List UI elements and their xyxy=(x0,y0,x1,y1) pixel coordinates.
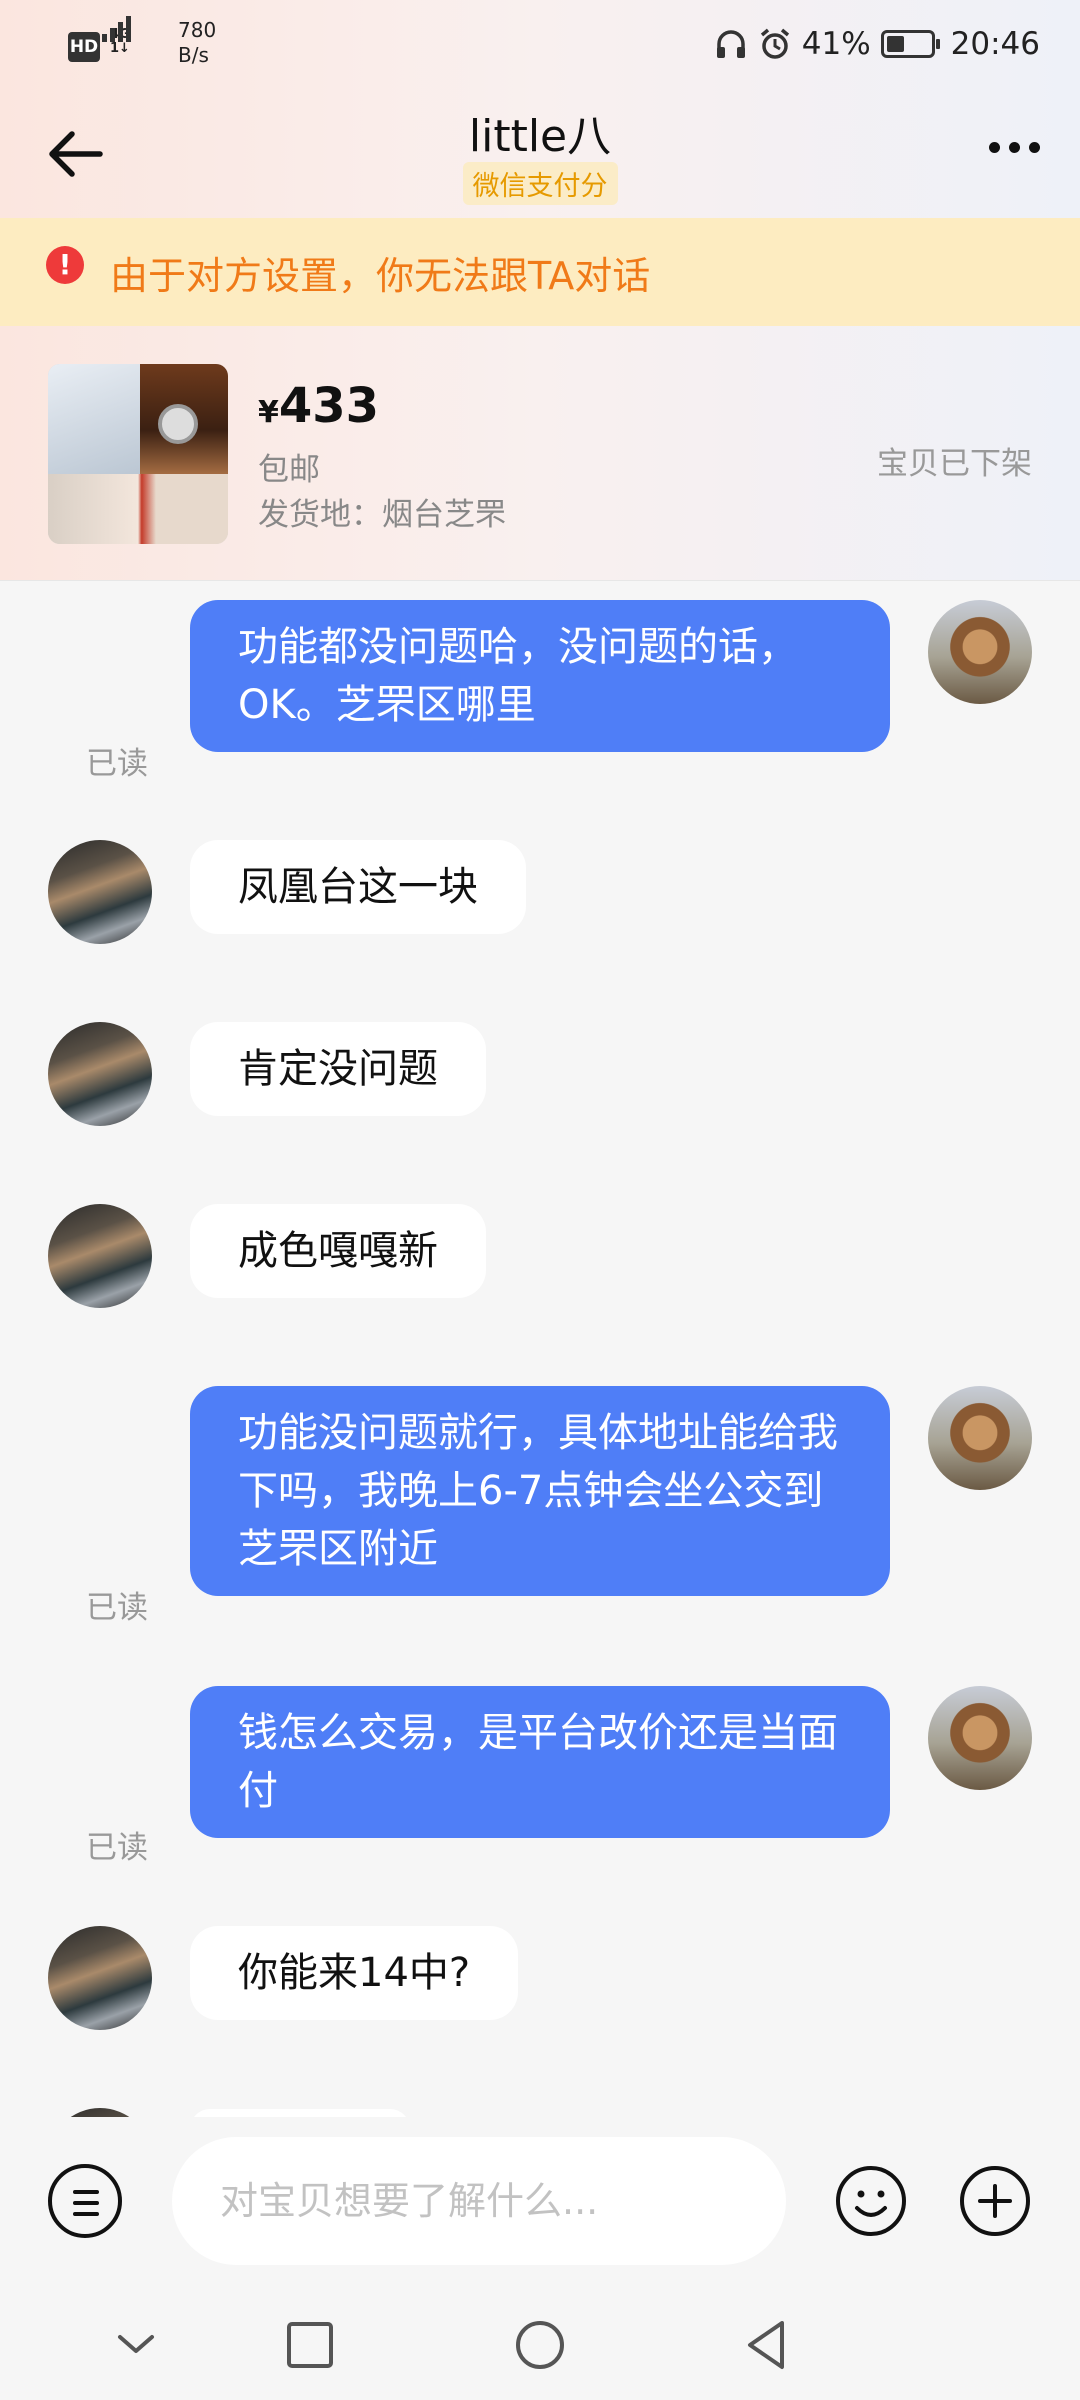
contact-avatar[interactable] xyxy=(48,840,152,944)
message-bubble-outgoing[interactable]: 功能没问题就行，具体地址能给我下吗，我晚上6-7点钟会坐公交到芝罘区附近 xyxy=(190,1386,890,1596)
headphones-icon xyxy=(716,30,745,58)
plus-circle-icon[interactable] xyxy=(958,2164,1032,2238)
product-status: 宝贝已下架 xyxy=(877,446,1032,482)
message-bubble-incoming[interactable] xyxy=(190,2109,410,2117)
product-price: ¥433 xyxy=(258,378,379,434)
battery-fill xyxy=(886,36,904,52)
contact-avatar[interactable] xyxy=(48,1022,152,1126)
network-activity: 1↓ xyxy=(110,41,130,56)
contact-avatar[interactable] xyxy=(48,2108,152,2117)
read-receipt: 已读 xyxy=(86,1590,148,1626)
badge-wrap: 微信支付分 xyxy=(0,162,1080,205)
product-card[interactable]: ¥433 包邮 发货地：烟台芝罘 宝贝已下架 xyxy=(0,326,1080,581)
currency-symbol: ¥ xyxy=(258,395,279,430)
status-right: 41% 20:46 xyxy=(714,26,1040,62)
wechat-pay-score-badge: 微信支付分 xyxy=(462,162,618,205)
chat-title: little八 xyxy=(468,111,612,162)
message-bubble-outgoing[interactable]: 钱怎么交易，是平台改价还是当面付 xyxy=(190,1686,890,1838)
message-bubble-outgoing[interactable]: 功能都没问题哈，没问题的话，OK。芝罘区哪里 xyxy=(190,600,890,752)
smiley-icon[interactable] xyxy=(834,2164,908,2238)
clock: 20:46 xyxy=(950,26,1040,62)
shipping-label: 包邮 xyxy=(258,452,320,488)
hd-badge: HD xyxy=(68,32,100,62)
battery-percent: 41% xyxy=(801,26,871,62)
square-icon[interactable] xyxy=(280,2315,340,2375)
system-nav-bar xyxy=(0,2287,1080,2400)
chevron-down-icon[interactable] xyxy=(106,2315,166,2375)
net-speed: 780 B/s xyxy=(178,18,216,68)
origin-label: 发货地：烟台芝罘 xyxy=(258,497,506,533)
signal-icon xyxy=(102,12,131,42)
contact-avatar[interactable] xyxy=(48,1204,152,1308)
status-bar: HD 4G 1↓ 780 B/s 41% xyxy=(0,0,1080,92)
nav-bar: little八 微信支付分 xyxy=(0,92,1080,218)
message-input[interactable] xyxy=(172,2137,786,2265)
net-speed-unit: B/s xyxy=(178,43,209,67)
message-bubble-incoming[interactable]: 成色嘎嘎新 xyxy=(190,1204,486,1298)
read-receipt: 已读 xyxy=(86,746,148,782)
net-speed-value: 780 xyxy=(178,18,217,42)
input-bar xyxy=(0,2117,1080,2287)
read-receipt: 已读 xyxy=(86,1830,148,1866)
triangle-back-icon[interactable] xyxy=(738,2315,798,2375)
my-avatar[interactable] xyxy=(928,1386,1032,1490)
circle-icon[interactable] xyxy=(510,2315,570,2375)
warning-banner: ! 由于对方设置，你无法跟TA对话 xyxy=(0,218,1080,326)
message-bubble-incoming[interactable]: 凤凰台这一块 xyxy=(190,840,526,934)
more-dots-icon[interactable] xyxy=(989,142,1040,153)
message-bubble-incoming[interactable]: 你能来14中? xyxy=(190,1926,519,2020)
warning-text: 由于对方设置，你无法跟TA对话 xyxy=(110,253,651,298)
warning-icon: ! xyxy=(46,246,84,284)
chat-screen: HD 4G 1↓ 780 B/s 41% xyxy=(0,0,1080,2400)
my-avatar[interactable] xyxy=(928,1686,1032,1790)
price-value: 433 xyxy=(278,378,380,434)
message-list[interactable]: 已读 功能都没问题哈，没问题的话，OK。芝罘区哪里 凤凰台这一块 肯定没问题 成… xyxy=(0,582,1080,2117)
contact-avatar[interactable] xyxy=(48,1926,152,2030)
battery-icon xyxy=(880,30,940,58)
alarm-icon xyxy=(760,28,789,59)
my-avatar[interactable] xyxy=(928,600,1032,704)
menu-lines-icon[interactable] xyxy=(48,2164,122,2238)
message-bubble-incoming[interactable]: 肯定没问题 xyxy=(190,1022,486,1116)
product-thumbnail[interactable] xyxy=(48,364,228,544)
